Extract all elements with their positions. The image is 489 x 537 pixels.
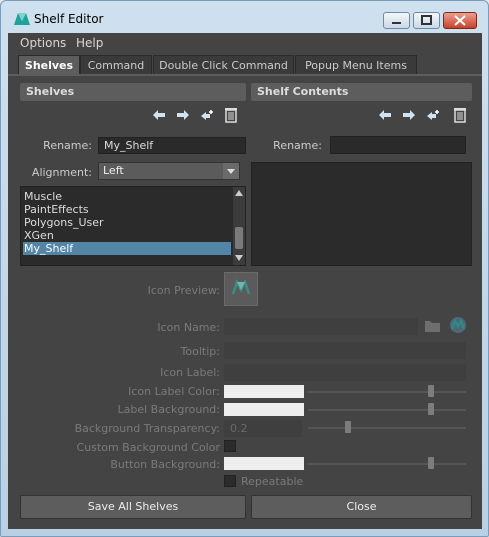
- rename-content-field[interactable]: [330, 136, 466, 154]
- transparency-slider-thumb[interactable]: [345, 421, 351, 433]
- tooltip-label: Tooltip:: [180, 345, 220, 358]
- new-shelf-icon[interactable]: [200, 109, 214, 121]
- scroll-down-icon[interactable]: [235, 255, 243, 261]
- client-area: Options Help Shelves Command Double Clic…: [8, 33, 482, 529]
- tab-popup-menu-items[interactable]: Popup Menu Items: [295, 55, 417, 74]
- shelf-list-item[interactable]: XGen: [23, 229, 231, 242]
- custom-background-color-label: Custom Background Color: [76, 441, 220, 454]
- alignment-label: Alignment:: [31, 166, 92, 179]
- maximize-icon: [421, 15, 432, 25]
- repeatable-checkbox[interactable]: [224, 475, 236, 487]
- label-background-label: Label Background:: [117, 403, 220, 416]
- scroll-up-icon[interactable]: [235, 190, 243, 196]
- rename-content-label: Rename:: [273, 139, 322, 152]
- icon-label-color-swatch[interactable]: [224, 385, 304, 398]
- shelf-contents-list[interactable]: [251, 162, 472, 266]
- minimize-button[interactable]: [383, 12, 410, 29]
- tooltip-field[interactable]: [224, 342, 466, 359]
- content-move-up-icon[interactable]: [378, 109, 392, 121]
- move-down-icon[interactable]: [176, 109, 190, 121]
- icon-label-color-slider-track: [308, 391, 466, 393]
- delete-shelf-icon[interactable]: [224, 107, 238, 123]
- shelves-scrollbar[interactable]: [233, 187, 245, 265]
- save-all-shelves-button[interactable]: Save All Shelves: [20, 495, 246, 519]
- close-icon: [454, 15, 466, 26]
- icon-preview-label: Icon Preview:: [147, 284, 220, 297]
- close-window-button[interactable]: [443, 12, 477, 29]
- minimize-icon: [392, 22, 401, 24]
- icon-name-label: Icon Name:: [157, 321, 220, 334]
- maya-app-icon: [14, 13, 30, 25]
- button-background-swatch[interactable]: [224, 457, 304, 470]
- shelves-header: Shelves: [20, 83, 246, 101]
- shelves-list[interactable]: Muscle PaintEffects Polygons_User XGen My_Sh…: [20, 186, 246, 266]
- window-title: Shelf Editor: [34, 12, 104, 26]
- folder-icon[interactable]: [424, 318, 442, 333]
- button-background-slider-track: [308, 463, 466, 465]
- menu-bar: Options Help: [8, 33, 482, 53]
- label-background-slider-thumb[interactable]: [428, 403, 434, 415]
- shelf-contents-header: Shelf Contents: [251, 83, 472, 101]
- alignment-value: Left: [103, 164, 124, 177]
- content-move-down-icon[interactable]: [402, 109, 416, 121]
- background-transparency-label: Background Transparency:: [74, 422, 220, 435]
- content-delete-icon[interactable]: [453, 107, 467, 123]
- transparency-slider-track: [308, 427, 466, 429]
- icon-name-field[interactable]: [224, 318, 418, 335]
- custom-background-color-checkbox[interactable]: [224, 440, 236, 452]
- maya-preview-icon: [231, 278, 251, 295]
- shelf-list-item[interactable]: PaintEffects: [23, 203, 231, 216]
- tab-divider: [8, 74, 482, 76]
- tab-double-click-command[interactable]: Double Click Command: [153, 55, 294, 74]
- scroll-thumb[interactable]: [235, 227, 243, 249]
- button-background-slider-thumb[interactable]: [428, 457, 434, 469]
- shelf-editor-window: Shelf Editor Options Help Shelves Comman…: [0, 0, 489, 537]
- tab-command[interactable]: Command: [80, 55, 152, 74]
- chevron-down-icon: [223, 163, 239, 179]
- maya-icon-browse[interactable]: [448, 316, 468, 334]
- label-background-swatch[interactable]: [224, 403, 304, 416]
- maximize-button[interactable]: [413, 12, 440, 29]
- icon-label-color-label: Icon Label Color:: [128, 385, 220, 398]
- label-background-slider-track: [308, 409, 466, 411]
- alignment-select[interactable]: Left: [98, 162, 240, 180]
- move-up-icon[interactable]: [152, 109, 166, 121]
- title-bar[interactable]: Shelf Editor: [1, 1, 488, 33]
- close-button[interactable]: Close: [251, 495, 472, 519]
- background-transparency-field[interactable]: 0.2: [224, 420, 302, 437]
- rename-shelf-label: Rename:: [43, 139, 92, 152]
- icon-label-field[interactable]: [224, 364, 466, 381]
- content-add-icon[interactable]: [426, 109, 440, 121]
- tab-shelves[interactable]: Shelves: [18, 55, 80, 74]
- icon-label-color-slider-thumb[interactable]: [428, 385, 434, 397]
- button-background-label: Button Background:: [110, 458, 220, 471]
- icon-preview-box: [224, 272, 258, 306]
- shelf-list-item[interactable]: My_Shelf: [23, 242, 231, 255]
- menu-help[interactable]: Help: [76, 36, 103, 50]
- shelf-list-item[interactable]: Muscle: [23, 190, 231, 203]
- rename-shelf-field[interactable]: My_Shelf: [98, 137, 246, 154]
- repeatable-label: Repeatable: [241, 475, 304, 488]
- icon-label-label: Icon Label:: [160, 366, 220, 379]
- menu-options[interactable]: Options: [20, 36, 66, 50]
- shelf-list-item[interactable]: Polygons_User: [23, 216, 231, 229]
